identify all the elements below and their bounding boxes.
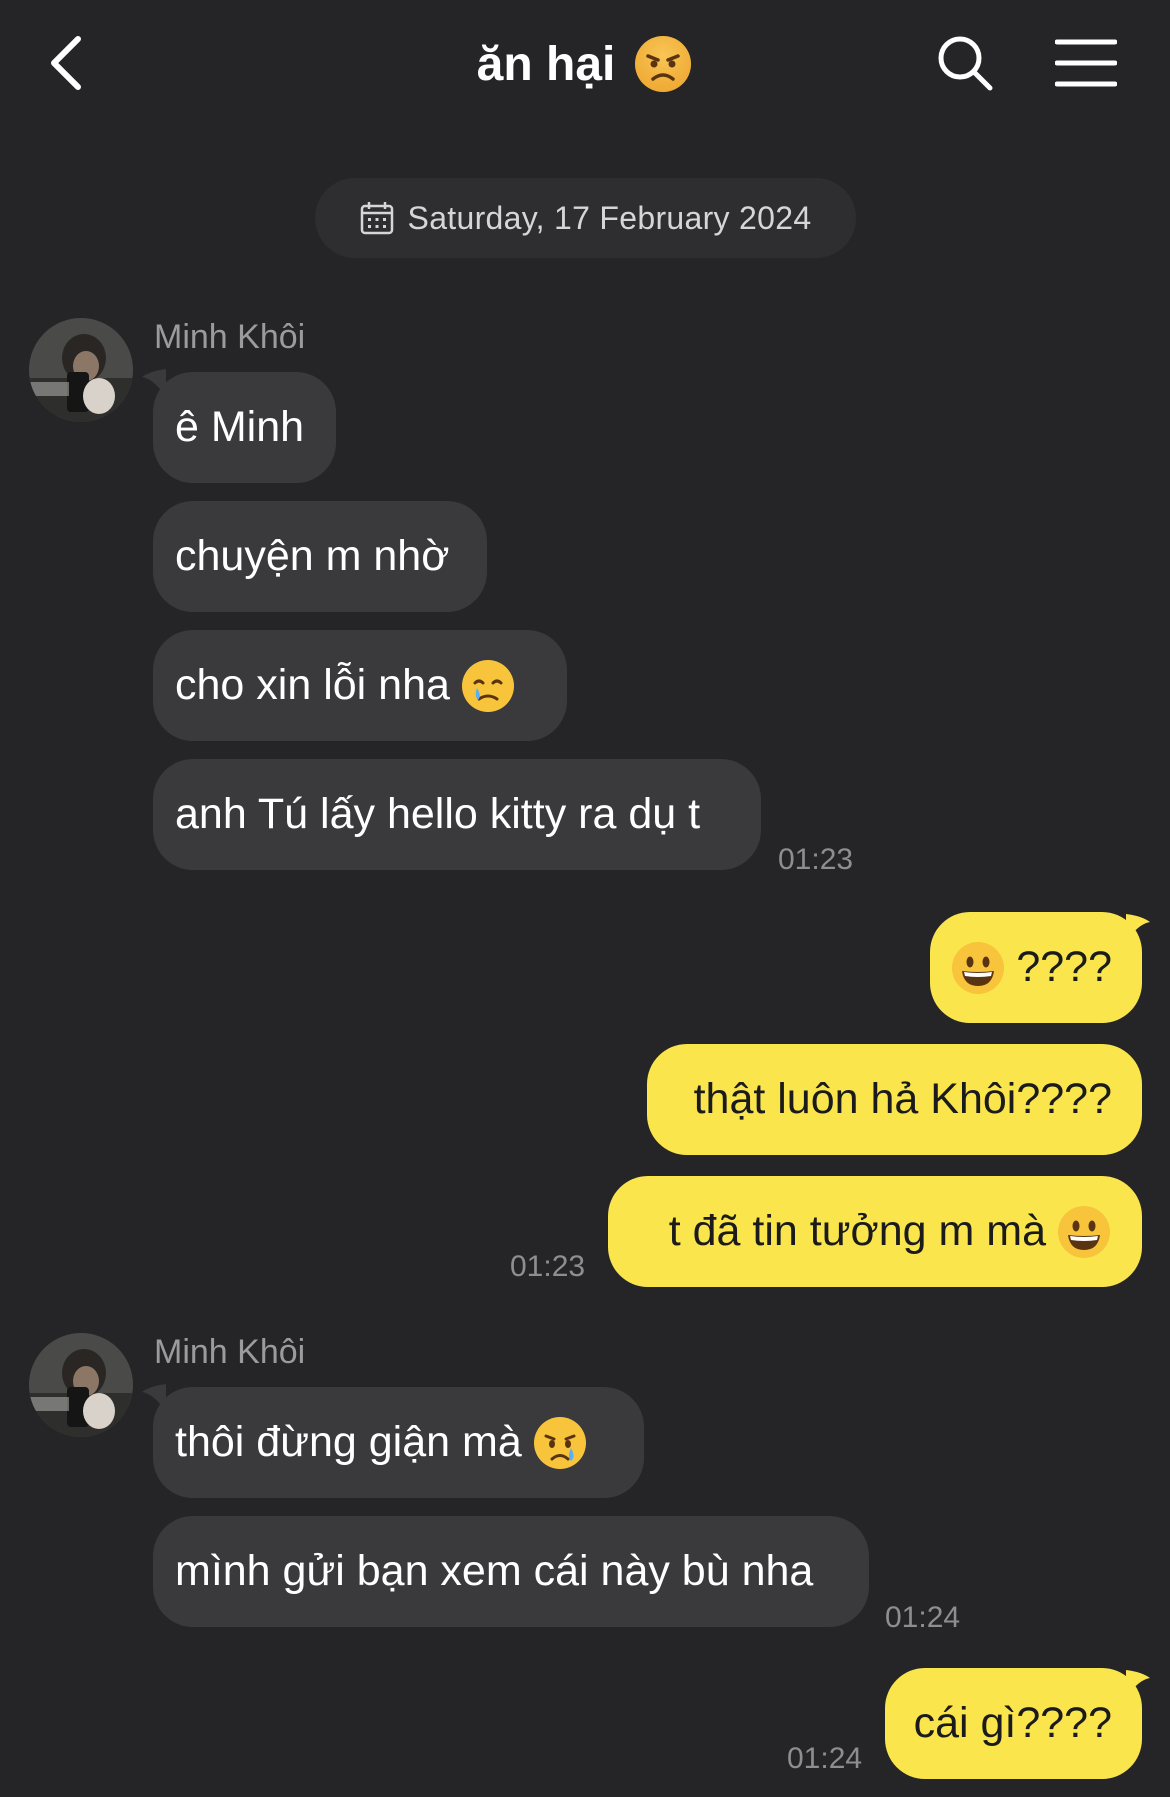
outgoing-message[interactable]: t đã tin tưởng m mà	[608, 1176, 1142, 1287]
incoming-message[interactable]: mình gửi bạn xem cái này bù nha	[153, 1516, 869, 1627]
incoming-message[interactable]: anh Tú lấy hello kitty ra dụ t	[153, 759, 761, 870]
message-text: cái gì????	[913, 1699, 1112, 1747]
grinning-face-icon	[1058, 1205, 1110, 1258]
search-button[interactable]	[930, 30, 1000, 96]
outgoing-message[interactable]: ????	[930, 912, 1142, 1023]
face-holding-back-tears-icon	[461, 659, 514, 712]
message-timestamp: 01:23	[778, 843, 854, 876]
menu-button[interactable]	[1048, 30, 1124, 96]
message-text: thật luôn hả Khôi????	[693, 1075, 1112, 1123]
message-text: anh Tú lấy hello kitty ra dụ t	[175, 790, 701, 838]
message-text: ????	[1016, 943, 1112, 991]
outgoing-message[interactable]: cái gì????	[885, 1668, 1142, 1779]
incoming-message[interactable]: thôi đừng giận mà	[153, 1387, 644, 1498]
message-text: mình gửi bạn xem cái này bù nha	[175, 1547, 814, 1595]
date-label: Saturday, 17 February 2024	[407, 199, 812, 236]
message-text: chuyện m nhờ	[175, 532, 450, 580]
search-icon	[938, 36, 993, 91]
angry-face-icon	[635, 36, 692, 92]
outgoing-message[interactable]: thật luôn hả Khôi????	[647, 1044, 1142, 1155]
message-text: t đã tin tưởng m mà	[668, 1207, 1046, 1255]
message-text: cho xin lỗi nha	[175, 661, 450, 709]
hamburger-menu-icon	[1055, 39, 1117, 87]
date-separator: Saturday, 17 February 2024	[315, 178, 856, 258]
sender-name: Minh Khôi	[154, 318, 306, 356]
grinning-face-icon	[952, 941, 1005, 994]
avatar[interactable]	[29, 1333, 133, 1437]
crying-face-icon	[533, 1416, 586, 1469]
chat-screen: ăn hại Saturday, 17 February 2024 Minh K…	[0, 0, 1170, 1797]
message-timestamp: 01:24	[787, 1742, 863, 1775]
incoming-message[interactable]: ê Minh	[153, 372, 336, 483]
avatar[interactable]	[29, 318, 133, 422]
incoming-message[interactable]: chuyện m nhờ	[153, 501, 487, 612]
chat-title: ăn hại	[476, 37, 616, 91]
avatar-photo	[29, 1333, 133, 1437]
incoming-message[interactable]: cho xin lỗi nha	[153, 630, 567, 741]
chat-header: ăn hại	[0, 0, 1170, 130]
message-text: thôi đừng giận mà	[175, 1418, 522, 1466]
avatar-photo	[29, 318, 133, 422]
message-timestamp: 01:23	[510, 1250, 586, 1283]
message-text: ê Minh	[175, 403, 305, 451]
sender-name: Minh Khôi	[154, 1333, 306, 1371]
calendar-icon	[360, 202, 393, 235]
message-timestamp: 01:24	[885, 1601, 961, 1634]
